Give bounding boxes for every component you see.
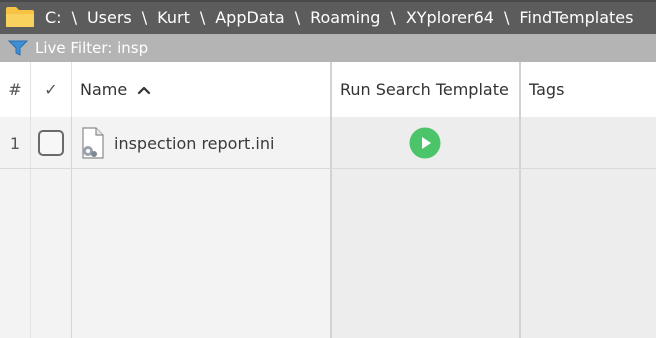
- breadcrumb-item-kurt[interactable]: Kurt: [157, 8, 190, 27]
- column-header-name-label: Name: [80, 80, 128, 99]
- row-run-cell: [330, 117, 519, 169]
- breadcrumb-separator: \: [71, 7, 77, 27]
- column-header-run-search-template[interactable]: Run Search Template: [330, 62, 519, 117]
- table-row[interactable]: 1 inspection report.ini: [0, 117, 656, 169]
- breadcrumb-item-xyplorer64[interactable]: XYplorer64: [406, 8, 494, 27]
- file-list[interactable]: # ✓ Name Run Search Template Tags 1 insp…: [0, 62, 656, 338]
- funnel-icon[interactable]: [8, 40, 28, 57]
- breadcrumb-separator: \: [294, 7, 301, 27]
- folder-icon: [6, 7, 34, 27]
- row-checkbox[interactable]: [37, 130, 64, 156]
- breadcrumb-item-drive[interactable]: C:: [45, 8, 62, 27]
- column-header-number[interactable]: #: [0, 62, 30, 117]
- breadcrumb-item-appdata[interactable]: AppData: [215, 8, 284, 27]
- row-name-cell[interactable]: inspection report.ini: [71, 117, 330, 169]
- breadcrumb-item-findtemplates[interactable]: FindTemplates: [519, 8, 633, 27]
- sort-ascending-icon: [138, 86, 151, 94]
- breadcrumb-item-users[interactable]: Users: [87, 8, 132, 27]
- address-bar[interactable]: C: \ Users \ Kurt \ AppData \ Roaming \ …: [0, 0, 656, 34]
- column-header-check[interactable]: ✓: [30, 62, 71, 117]
- breadcrumb-separator: \: [141, 7, 148, 27]
- play-icon[interactable]: [409, 127, 441, 159]
- breadcrumb-separator: \: [199, 7, 206, 27]
- live-filter-bar[interactable]: Live Filter: insp: [0, 34, 656, 62]
- breadcrumb-separator: \: [390, 7, 396, 27]
- row-check-cell: [30, 117, 71, 169]
- row-number: 1: [9, 133, 21, 153]
- column-header-name[interactable]: Name: [71, 62, 330, 117]
- column-header-row: # ✓ Name Run Search Template Tags: [0, 62, 656, 117]
- breadcrumb: C: \ Users \ Kurt \ AppData \ Roaming \ …: [45, 0, 633, 34]
- column-header-tags[interactable]: Tags: [519, 62, 656, 117]
- breadcrumb-item-roaming[interactable]: Roaming: [310, 8, 380, 27]
- live-filter-label: Live Filter: insp: [35, 39, 149, 57]
- file-name: inspection report.ini: [114, 133, 275, 153]
- breadcrumb-separator: \: [503, 7, 510, 27]
- settings-file-icon: [82, 127, 104, 159]
